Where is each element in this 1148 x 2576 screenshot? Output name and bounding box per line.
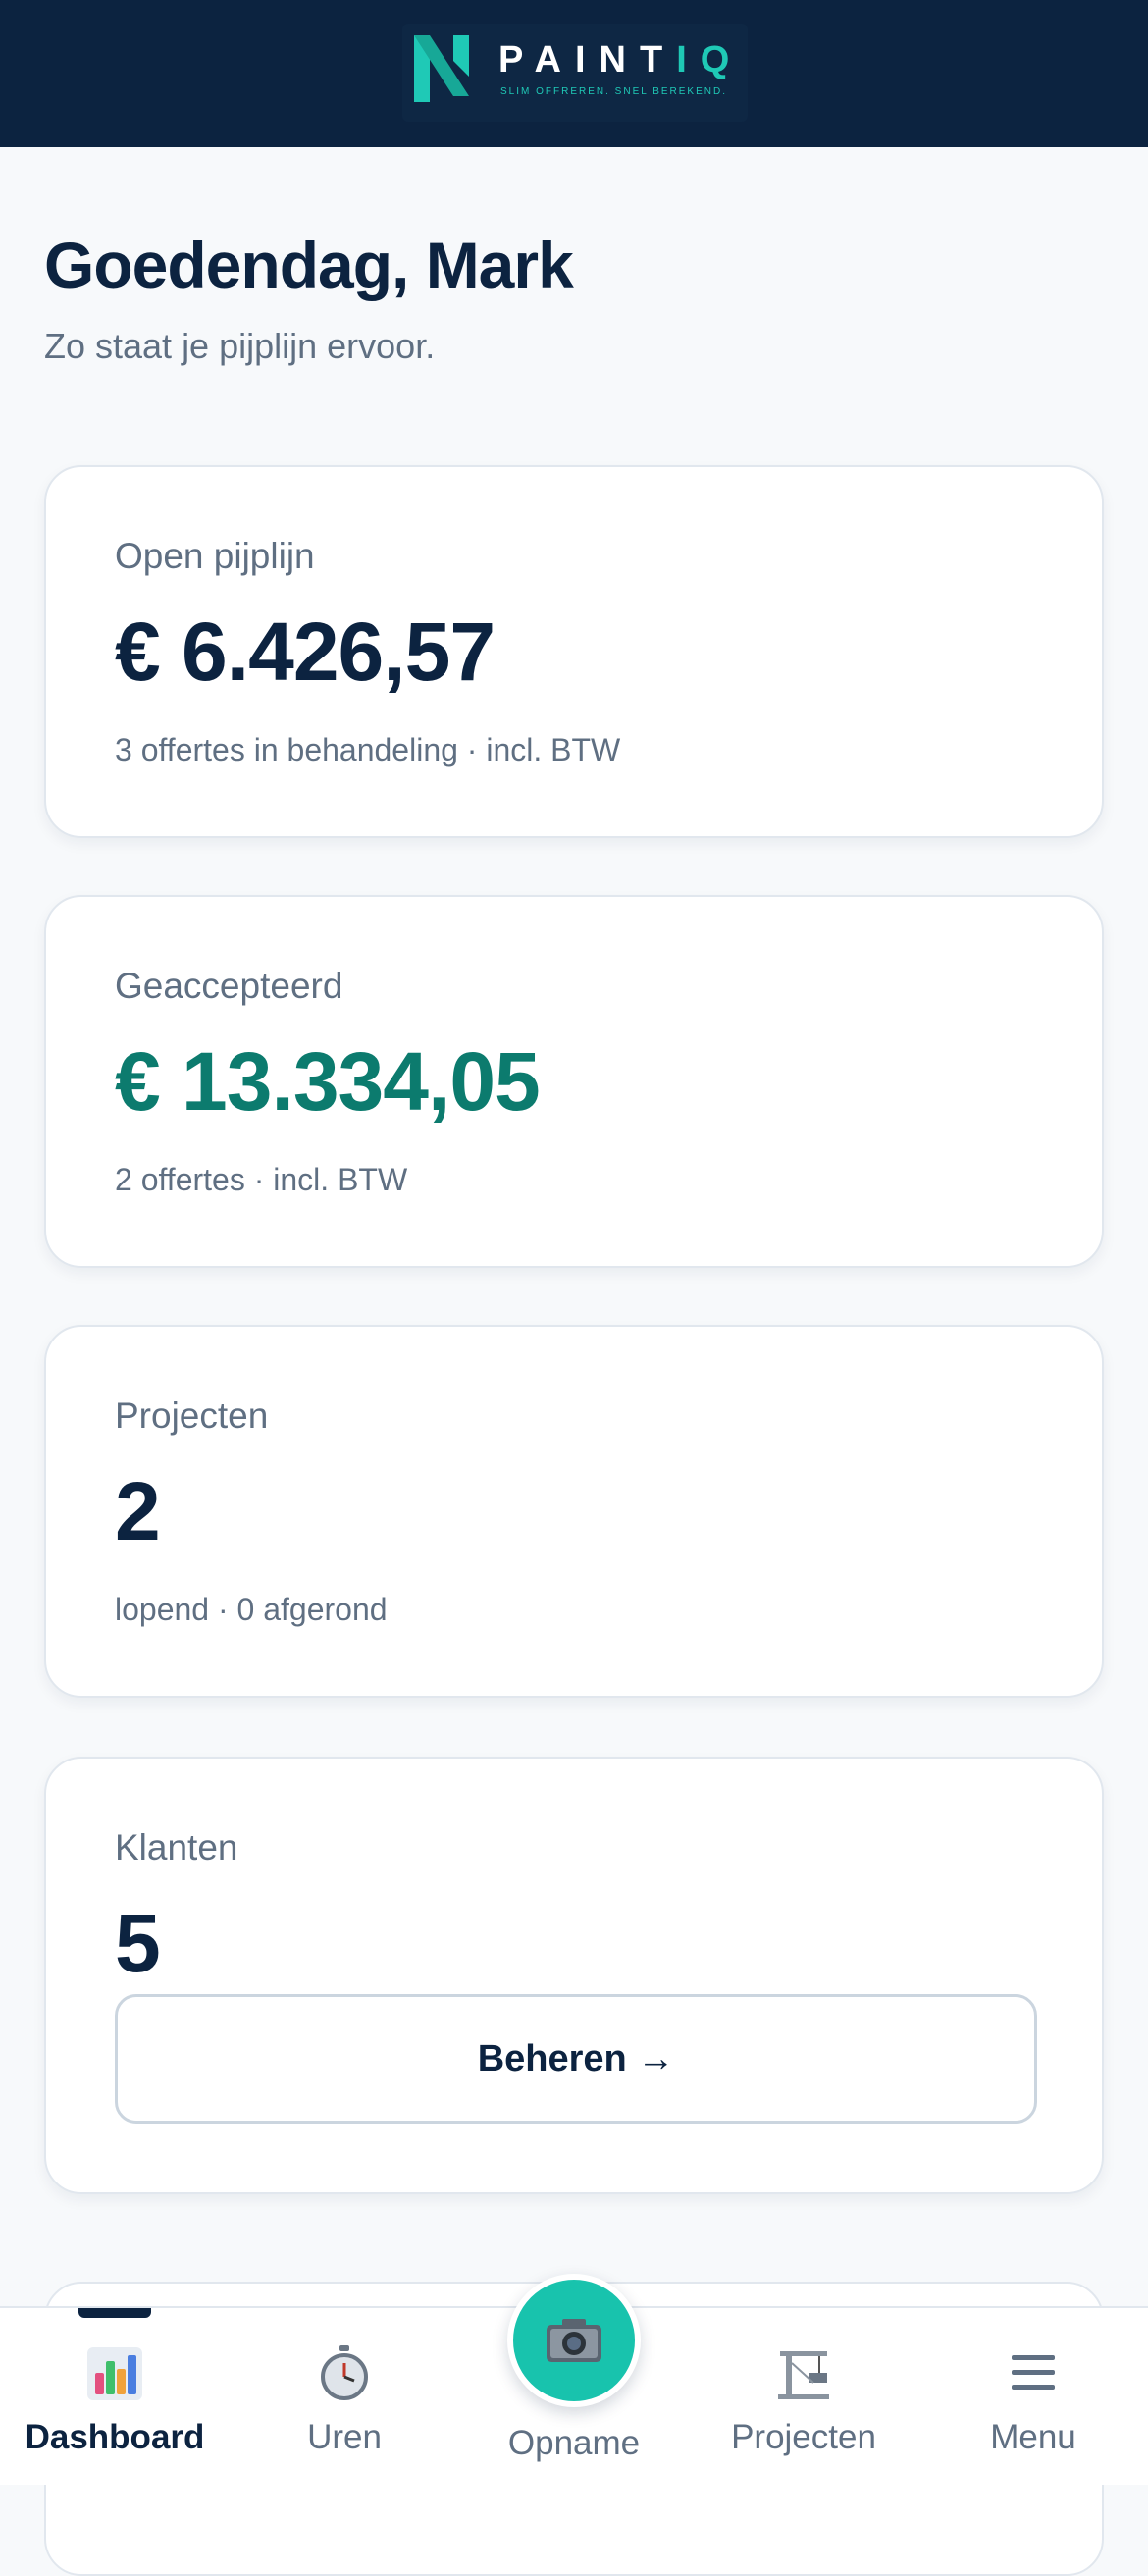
nav-label-dashboard: Dashboard [25, 2418, 205, 2456]
nav-label-opname: Opname [507, 2424, 641, 2462]
capture-button[interactable] [507, 2274, 641, 2407]
bar-chart-icon [87, 2347, 142, 2400]
brand-wordmark: PAINTIQ [498, 39, 743, 81]
projects-label: Projecten [115, 1395, 269, 1436]
nav-label-menu: Menu [990, 2418, 1076, 2456]
nav-label-projecten: Projecten [731, 2418, 876, 2456]
projects-subtext: lopend · 0 afgerond [115, 1592, 388, 1627]
clients-value: 5 [115, 1897, 161, 1989]
app-header: PAINTIQ SLIM OFFREREN. SNEL BEREKEND. [0, 0, 1148, 147]
pipeline-subtext: 3 offertes in behandeling · incl. BTW [115, 732, 621, 767]
clients-card: Klanten 5 Beheren → [44, 1757, 1104, 2194]
projects-value: 2 [115, 1465, 161, 1557]
nav-item-projecten[interactable]: Projecten [689, 2308, 918, 2487]
accepted-card[interactable]: Geaccepteerd € 13.334,05 2 offertes · in… [44, 895, 1104, 1268]
accepted-label: Geaccepteerd [115, 966, 343, 1006]
pipeline-value: € 6.426,57 [115, 605, 496, 698]
stopwatch-icon [321, 2345, 368, 2400]
nav-item-dashboard[interactable]: Dashboard [0, 2308, 230, 2487]
brand-logo[interactable]: PAINTIQ SLIM OFFREREN. SNEL BEREKEND. [402, 24, 748, 122]
pipeline-label: Open pijplijn [115, 536, 315, 576]
projects-card[interactable]: Projecten 2 lopend · 0 afgerond [44, 1325, 1104, 1698]
active-tab-indicator [78, 2308, 151, 2318]
logo-mark-icon [414, 35, 469, 102]
pipeline-card[interactable]: Open pijplijn € 6.426,57 3 offertes in b… [44, 465, 1104, 838]
nav-item-uren[interactable]: Uren [230, 2308, 459, 2487]
hamburger-icon [1012, 2355, 1055, 2390]
brand-tagline: SLIM OFFREREN. SNEL BEREKEND. [500, 86, 727, 97]
page-title: Goedendag, Mark [44, 229, 574, 301]
brand-word-accent: IQ [676, 39, 744, 80]
accepted-subtext: 2 offertes · incl. BTW [115, 1162, 408, 1197]
brand-word-main: PAINT [498, 39, 677, 80]
crane-icon [778, 2351, 829, 2399]
nav-label-uren: Uren [307, 2418, 382, 2456]
clients-label: Klanten [115, 1827, 238, 1867]
manage-clients-button[interactable]: Beheren → [115, 1994, 1037, 2124]
page-subtitle: Zo staat je pijplijn ervoor. [44, 326, 436, 366]
nav-item-menu[interactable]: Menu [918, 2308, 1148, 2487]
accepted-value: € 13.334,05 [115, 1035, 541, 1128]
camera-icon [547, 2319, 601, 2362]
